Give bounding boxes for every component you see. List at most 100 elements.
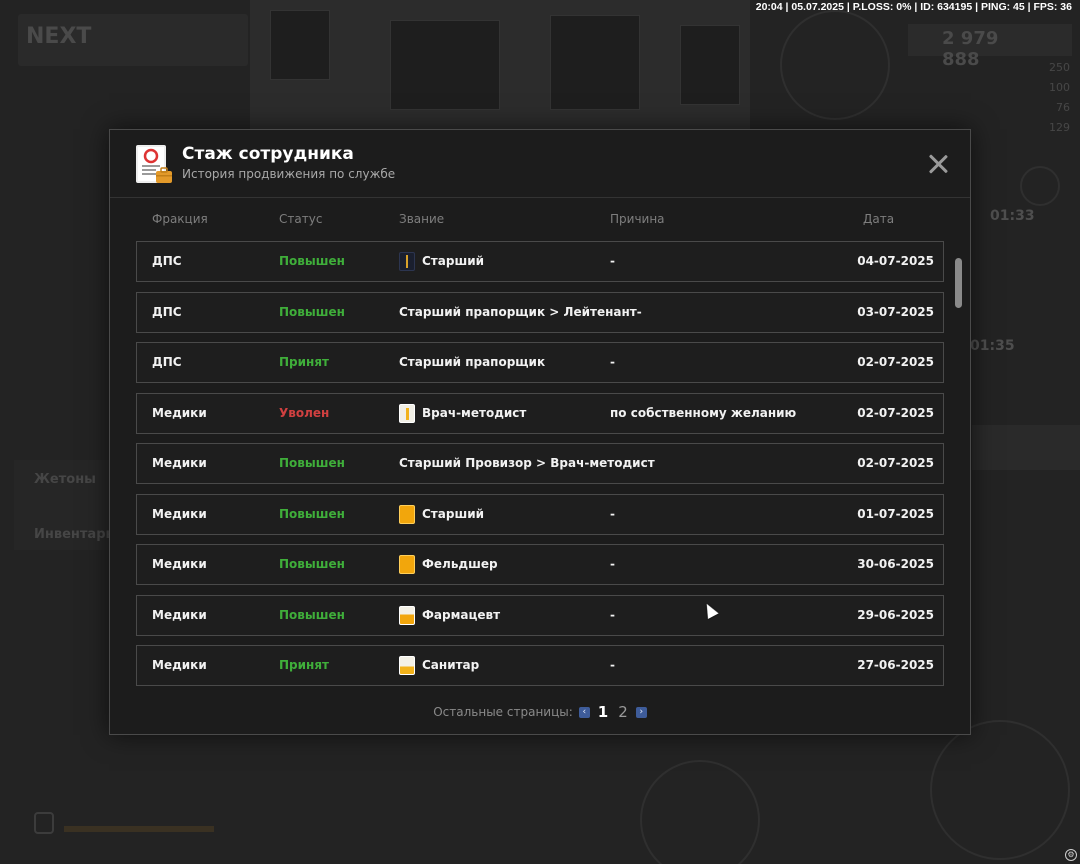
background-weight-icon — [34, 812, 54, 834]
background-bar — [64, 826, 214, 832]
cell-reason: по собственному желанию — [610, 406, 797, 420]
cell-status: Повышен — [279, 456, 345, 470]
status-bar: 20:04 | 05.07.2025 | P.LOSS: 0% | ID: 63… — [755, 1, 1072, 13]
pagination: Остальные страницы: ‹ 1 2 › — [110, 702, 970, 722]
scrollbar[interactable] — [953, 250, 963, 690]
cell-status: Повышен — [279, 305, 345, 319]
cell-status: Уволен — [279, 406, 330, 420]
background-logo: NEXT — [18, 14, 248, 66]
cell-date: 03-07-2025 — [857, 305, 934, 319]
background-timer: 01:33 — [990, 208, 1035, 224]
background-building — [250, 0, 750, 130]
cell-faction: Медики — [152, 406, 207, 420]
cell-reason: - — [610, 608, 615, 622]
page-1-button[interactable]: 1 — [596, 703, 610, 721]
background-avatar-circle — [780, 10, 890, 120]
cell-date: 01-07-2025 — [857, 507, 934, 521]
cell-date: 02-07-2025 — [857, 456, 934, 470]
cell-status: Повышен — [279, 254, 345, 268]
cell-rank-text: Фельдшер — [422, 557, 498, 571]
cell-rank: Санитар — [399, 646, 479, 685]
modal-title: Стаж сотрудника — [182, 144, 354, 164]
cell-faction: ДПС — [152, 305, 182, 319]
cell-date: 02-07-2025 — [857, 355, 934, 369]
cell-date: 04-07-2025 — [857, 254, 934, 268]
service-history-modal: Стаж сотрудника История продвижения по с… — [109, 129, 971, 735]
background-circle — [1020, 166, 1060, 206]
table-row: Медики Принят Санитар - 27-06-2025 — [136, 645, 944, 686]
dps-stripe-icon — [399, 252, 415, 271]
modal-header: Стаж сотрудника История продвижения по с… — [110, 130, 970, 198]
background-side-label: Жетоны — [34, 472, 96, 487]
page-2-button[interactable]: 2 — [616, 703, 630, 721]
settings-icon[interactable]: ⚙ — [1065, 849, 1077, 861]
orange-full-icon — [399, 555, 415, 574]
table-row: Медики Повышен Старший - 01-07-2025 — [136, 494, 944, 535]
cell-rank-text: Врач-методист — [422, 406, 527, 420]
cell-reason: - — [610, 507, 615, 521]
table-row: ДПС Повышен Старший - 04-07-2025 — [136, 241, 944, 282]
background-right-panel — [972, 425, 1080, 470]
table-row: ДПС Повышен Старший прапорщик > Лейтенан… — [136, 292, 944, 333]
table-row: Медики Повышен Фельдшер - 30-06-2025 — [136, 544, 944, 585]
cell-faction: Медики — [152, 658, 207, 672]
orange-half-icon — [399, 606, 415, 625]
background-stats: 250 100 76 129 — [1049, 61, 1070, 134]
next-page-icon[interactable]: › — [635, 706, 647, 718]
modal-subtitle: История продвижения по службе — [182, 167, 396, 181]
cell-faction: Медики — [152, 507, 207, 521]
cell-rank: Старший прапорщик — [399, 343, 545, 382]
orange-third-icon — [399, 656, 415, 675]
table-row: ДПС Принят Старший прапорщик - 02-07-202… — [136, 342, 944, 383]
cell-faction: ДПС — [152, 254, 182, 268]
document-icon — [136, 145, 172, 183]
background-side-label: Инвентарь — [34, 527, 114, 542]
history-list[interactable]: ДПС Повышен Старший - 04-07-2025 ДПС Пов… — [136, 240, 944, 688]
cell-rank-text: Старший прапорщик — [399, 355, 546, 369]
cell-status: Повышен — [279, 507, 345, 521]
cell-faction: ДПС — [152, 355, 182, 369]
background-money: 2 979 888 — [908, 24, 1072, 70]
cell-rank-text: Старший — [422, 254, 485, 268]
orange-full-icon — [399, 505, 415, 524]
cell-date: 27-06-2025 — [857, 658, 934, 672]
column-header-date: Дата — [863, 212, 895, 226]
table-header: Фракция Статус Звание Причина Дата — [136, 210, 944, 230]
cell-rank-text: Старший прапорщик > Лейтенант- — [399, 305, 642, 319]
column-header-reason: Причина — [610, 212, 665, 226]
white-stripe-icon — [399, 404, 415, 423]
cell-faction: Медики — [152, 456, 207, 470]
background-circle — [930, 720, 1070, 860]
pagination-label: Остальные страницы: — [433, 705, 573, 719]
cell-reason: - — [610, 557, 615, 571]
cell-reason: - — [610, 658, 615, 672]
cell-rank: Старший Провизор > Врач-методист — [399, 444, 655, 483]
cell-rank: Старший — [399, 242, 484, 281]
table-row: Медики Повышен Фармацевт - 29-06-2025 — [136, 595, 944, 636]
cell-rank: Фельдшер — [399, 545, 498, 584]
cell-reason: - — [610, 355, 615, 369]
cell-rank-text: Старший Провизор > Врач-методист — [399, 456, 655, 470]
cell-rank: Старший прапорщик > Лейтенант- — [399, 293, 642, 332]
cell-date: 02-07-2025 — [857, 406, 934, 420]
prev-page-icon[interactable]: ‹ — [578, 706, 590, 718]
cell-rank: Фармацевт — [399, 596, 500, 635]
close-icon[interactable] — [924, 150, 952, 178]
cell-rank-text: Санитар — [422, 658, 480, 672]
cell-date: 30-06-2025 — [857, 557, 934, 571]
cell-rank-text: Фармацевт — [422, 608, 501, 622]
table-row: Медики Повышен Старший Провизор > Врач-м… — [136, 443, 944, 484]
cell-date: 29-06-2025 — [857, 608, 934, 622]
scrollbar-thumb[interactable] — [955, 258, 962, 308]
cell-status: Повышен — [279, 608, 345, 622]
cell-status: Повышен — [279, 557, 345, 571]
cell-rank: Врач-методист — [399, 394, 526, 433]
cell-status: Принят — [279, 658, 329, 672]
cell-reason: - — [610, 254, 615, 268]
column-header-rank: Звание — [399, 212, 445, 226]
table-row: Медики Уволен Врач-методист по собственн… — [136, 393, 944, 434]
background-timer-2: 01:35 — [970, 338, 1015, 354]
background-circle — [640, 760, 760, 864]
cell-rank: Старший — [399, 495, 484, 534]
column-header-status: Статус — [279, 212, 323, 226]
